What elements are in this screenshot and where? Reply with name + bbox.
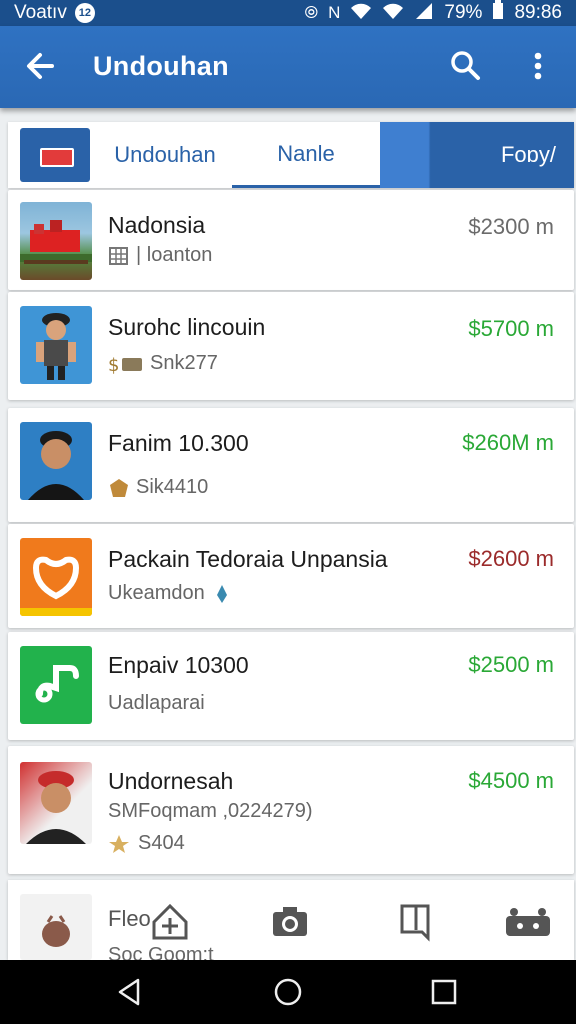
app-bar: Undouhan — [0, 26, 576, 108]
carrier-label: Voatıv — [14, 2, 67, 23]
item-title: Enpaiv 10300 — [108, 652, 249, 678]
brand-logo — [20, 128, 90, 182]
item-subtitle2-row: S404 — [108, 832, 185, 855]
list-item[interactable]: Undornesah SMFoqmam ,0224279) S404 $4500… — [8, 746, 574, 874]
location-icon — [211, 583, 233, 605]
item-title: Fanim 10.300 — [108, 430, 249, 456]
vibrate-icon: ⦾ — [304, 3, 319, 22]
item-title: Fleo — [108, 906, 151, 931]
item-subtitle-row: | loanton — [108, 244, 212, 267]
svg-text:$: $ — [108, 355, 119, 375]
money-icon: $ — [108, 353, 144, 376]
bottom-nav: Fleo Soc Goom:t — [8, 880, 574, 966]
item-subtitle-row: Uadlaparai — [108, 692, 205, 715]
logo-mark-icon — [40, 148, 74, 167]
item-thumbnail — [20, 202, 92, 280]
battery-percent: 79% — [444, 2, 483, 23]
nfc-icon: N — [328, 3, 341, 22]
item-subtitle: | loanton — [136, 244, 213, 266]
item-title: Surohc lincouin — [108, 314, 266, 340]
list-item[interactable]: Surohc lincouin $ Snk277 $5700 m — [8, 292, 574, 400]
signal-icon — [414, 2, 434, 25]
item-subtitle-row: SMFoqmam ,0224279) — [108, 800, 313, 823]
item-thumbnail — [20, 646, 92, 724]
item-thumbnail — [20, 538, 92, 616]
tab-nanle[interactable]: Nanle — [232, 122, 380, 188]
home-add-icon[interactable] — [150, 902, 190, 942]
item-subtitle: SMFoqmam ,0224279) — [108, 800, 313, 822]
box-icon — [108, 477, 130, 499]
item-price: $4500 m — [468, 768, 554, 793]
item-subtitle-row: $ Snk277 — [108, 352, 218, 376]
item-title: Packain Tedoraia Unpansia — [108, 546, 388, 572]
tab-undouhan[interactable]: Undouhan — [98, 122, 232, 188]
item-price: $2600 m — [468, 546, 554, 571]
back-arrow-icon[interactable] — [22, 46, 58, 86]
list-item[interactable]: Enpaiv 10300 Uadlaparai $2500 m — [8, 632, 574, 740]
item-thumbnail — [20, 306, 92, 384]
star-icon — [108, 833, 130, 855]
more-options-icon[interactable] — [524, 48, 552, 84]
item-title: Nadonsia — [108, 212, 206, 238]
clock: 89:86 — [514, 2, 562, 23]
system-home-icon[interactable] — [272, 976, 304, 1008]
item-subtitle: Snk277 — [150, 352, 218, 374]
page-title: Undouhan — [93, 51, 229, 81]
grid-icon — [108, 245, 130, 267]
item-subtitle: Sik4410 — [136, 476, 209, 498]
list-item[interactable]: Packain Tedoraia Unpansia Ukeamdon $2600… — [8, 524, 574, 628]
item-subtitle2: S404 — [138, 832, 185, 854]
tab-fooy[interactable]: Foɒy/ — [380, 122, 574, 188]
wifi-icon — [350, 2, 372, 25]
item-title: Undornesah — [108, 768, 234, 794]
list-item[interactable]: Fanim 10.300 Sik4410 $260M m — [8, 408, 574, 522]
search-icon[interactable] — [448, 48, 484, 84]
item-subtitle: Uadlaparai — [108, 692, 205, 714]
battery-icon — [492, 0, 504, 26]
item-subtitle-row: Sik4410 — [108, 476, 208, 499]
item-price: $2300 m — [468, 214, 554, 239]
list-item[interactable]: Nadonsia | loanton $2300 m — [8, 190, 574, 290]
status-bar: Voatıv 12 ⦾ N 79% 89:86 — [0, 0, 576, 26]
bookmark-icon[interactable] — [396, 902, 436, 942]
item-price: $2500 m — [468, 652, 554, 677]
tab-bar: Undouhan Nanle Foɒy/ — [8, 122, 574, 188]
item-price: $260M m — [462, 430, 554, 455]
item-thumbnail — [20, 894, 92, 960]
item-subtitle: Ukeamdon — [108, 582, 205, 604]
system-back-icon[interactable] — [114, 976, 146, 1008]
item-thumbnail — [20, 762, 92, 844]
group-icon[interactable] — [500, 902, 556, 942]
wifi-icon-2 — [382, 2, 404, 25]
item-price: $5700 m — [468, 316, 554, 341]
item-thumbnail — [20, 422, 92, 500]
camera-icon[interactable] — [270, 902, 310, 942]
system-recents-icon[interactable] — [428, 976, 460, 1008]
system-nav-bar — [0, 960, 576, 1024]
item-subtitle-row: Ukeamdon — [108, 582, 233, 605]
notification-badge: 12 — [74, 3, 95, 23]
